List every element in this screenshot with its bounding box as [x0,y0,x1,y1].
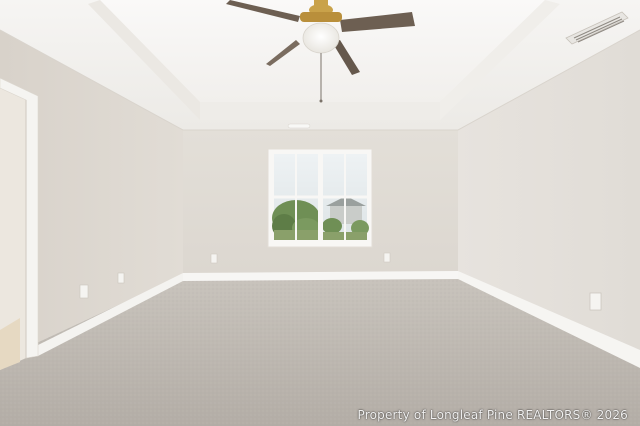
window [267,148,373,248]
outlet-left-wall [79,284,89,299]
outlet-back-left [210,253,218,264]
outlet-left-wall-2 [117,272,125,284]
photo-watermark: Property of Longleaf Pine REALTORS® 2026 [357,408,628,422]
room-photo: Property of Longleaf Pine REALTORS® 2026 [0,0,640,426]
ceiling-sensor [287,123,311,129]
room-scene [0,0,640,426]
outlet-right-wall [589,292,602,311]
tray-ceiling-front-step [200,102,440,120]
outlet-back-right [383,252,391,263]
